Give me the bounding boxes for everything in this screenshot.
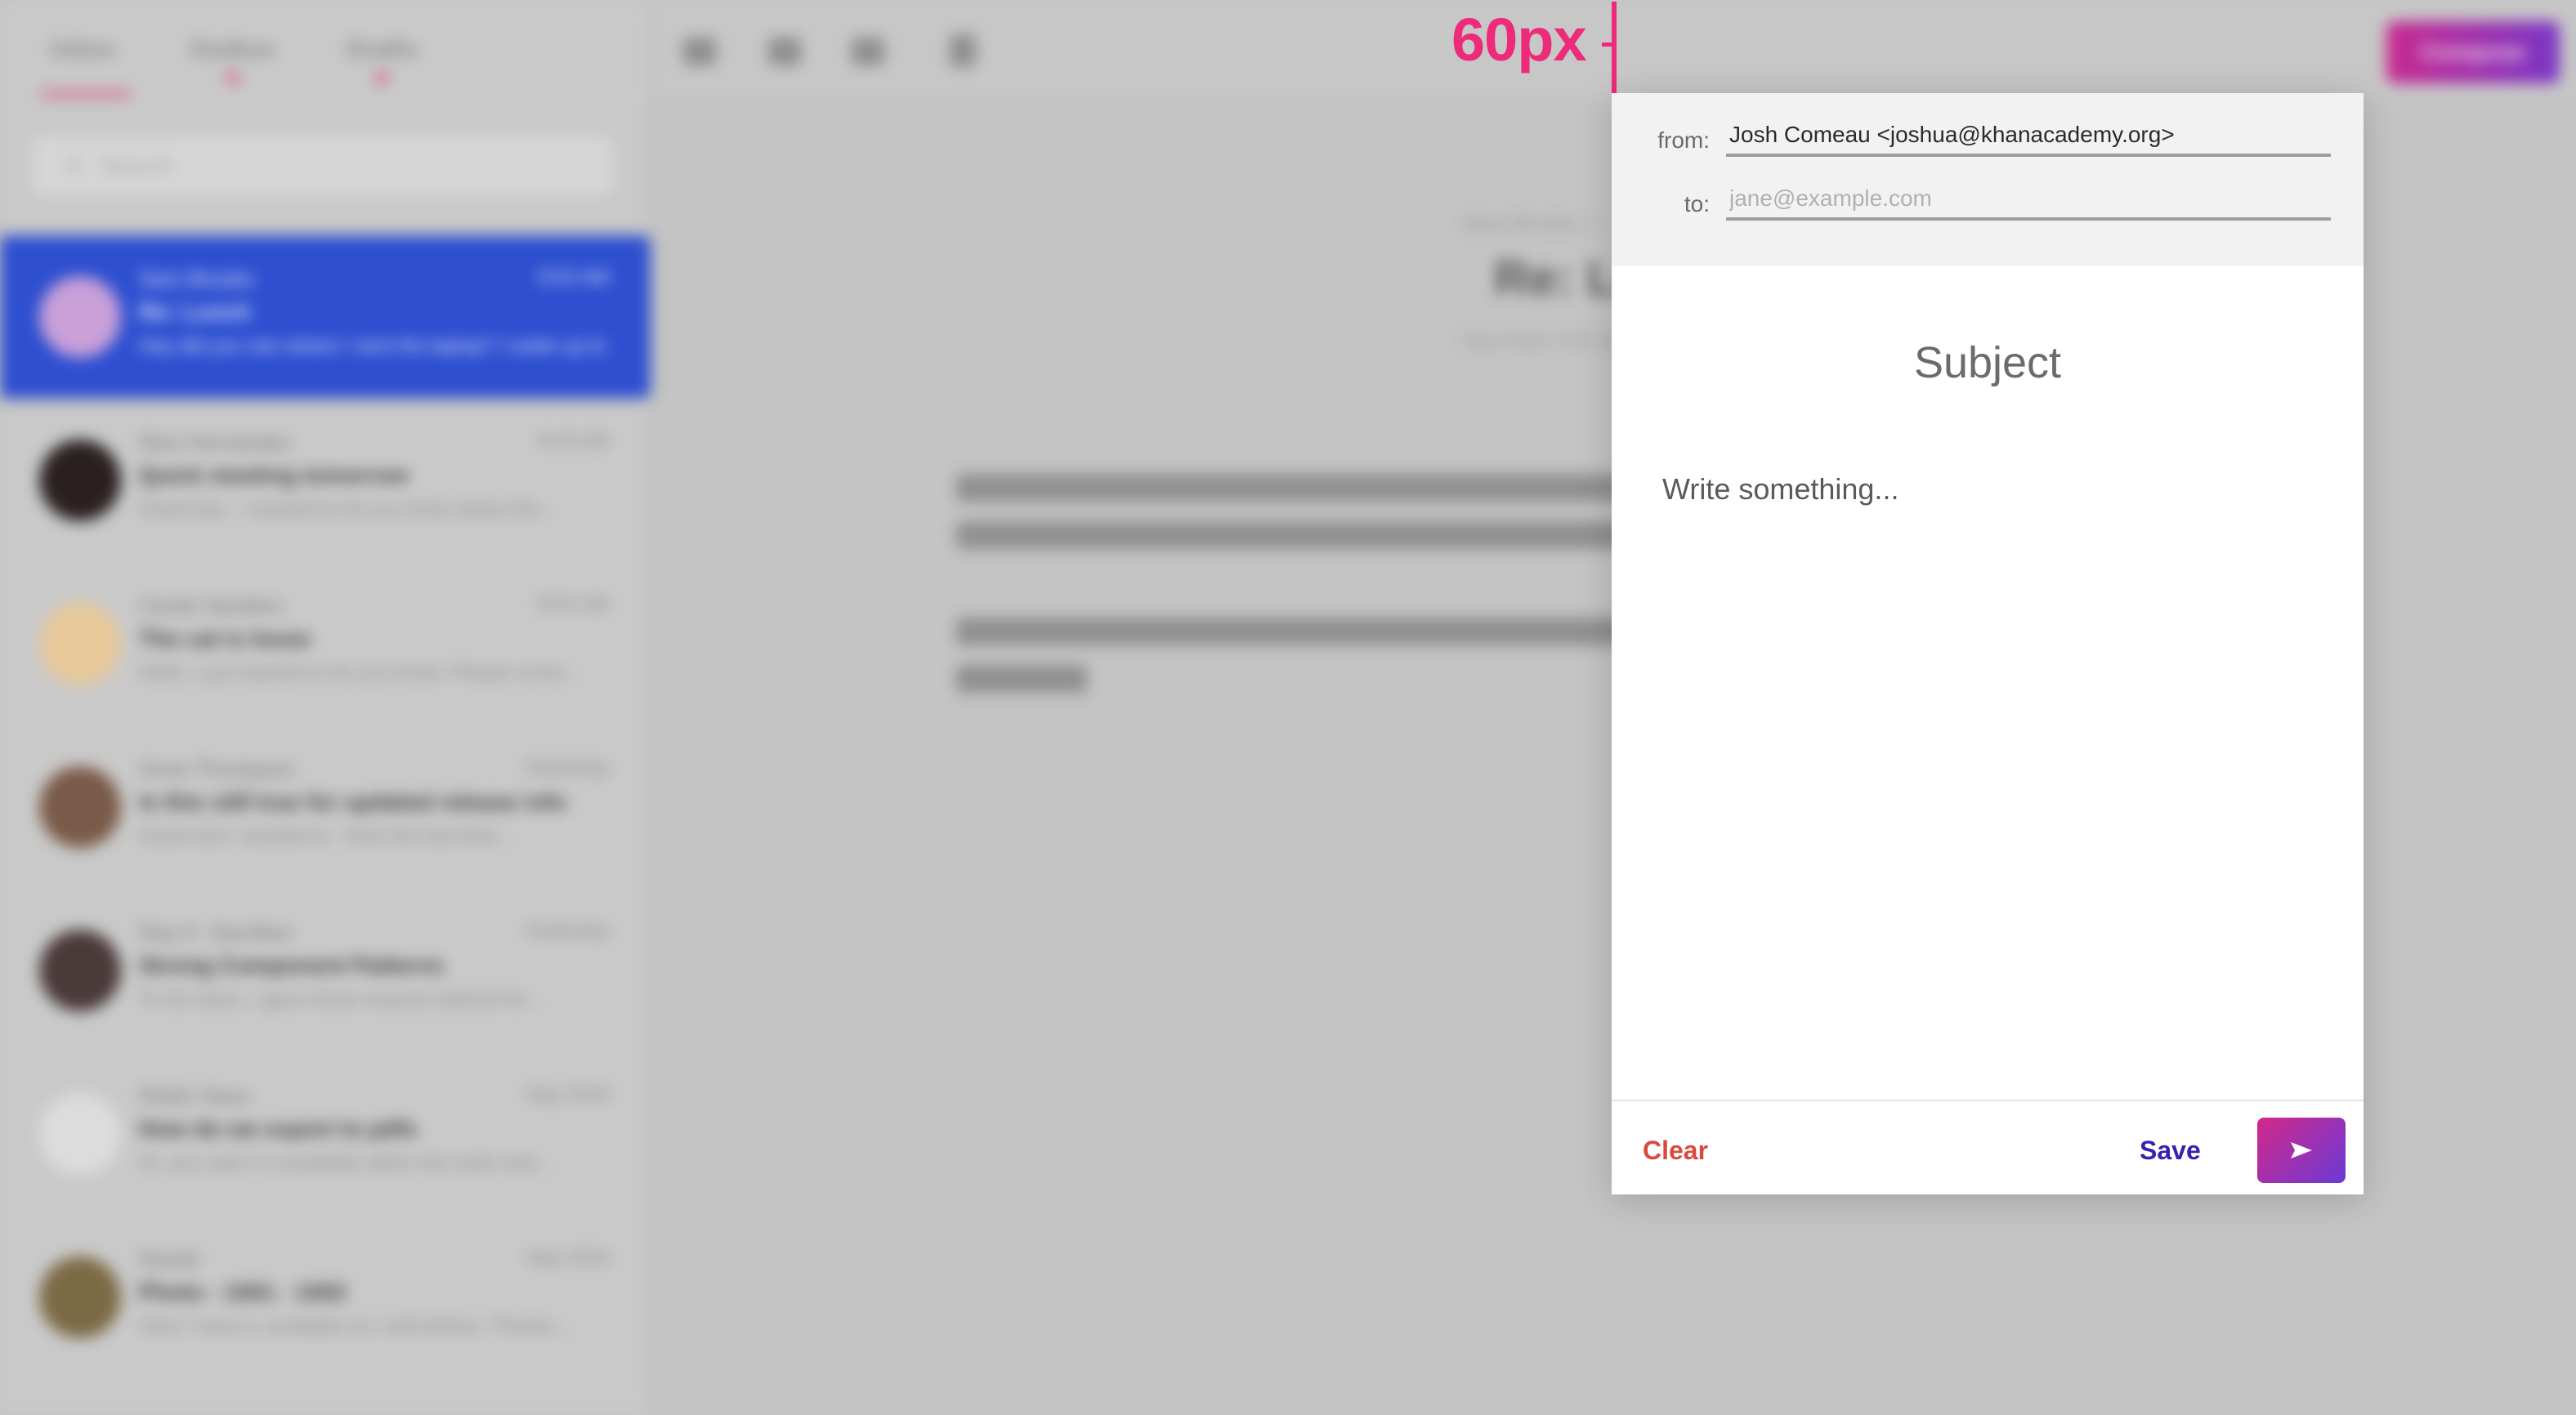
subject-input[interactable] xyxy=(1677,330,2298,395)
message-subject: Quick meeting tomorrow xyxy=(139,462,409,488)
reader-breadcrumb: Sam Brooks > xyxy=(1463,211,1598,235)
list-item[interactable]: Robin Haus Sep 2018 How do we export to pd… xyxy=(0,1052,651,1216)
body-textarea[interactable] xyxy=(1662,472,2316,799)
message-preview: Hey did you see where I sent the laptop?… xyxy=(139,335,613,357)
tab-drafts[interactable]: Drafts xyxy=(347,36,418,83)
message-subject: Strong Component Patterns xyxy=(139,953,445,978)
reader-text-line xyxy=(956,618,1626,645)
search-input[interactable]: ⚲ Search xyxy=(33,137,613,194)
list-item[interactable]: Anne Thompson Yesterday Is this still true… xyxy=(0,725,651,889)
list-item[interactable]: Sam Brooks 9:02 AM Re: Lunch Hey did you se… xyxy=(0,235,651,399)
message-preview: Good luck I wanted to - from the last ti… xyxy=(139,825,513,847)
to-label: to: xyxy=(1684,191,1710,216)
sender-name: Ray K. Hamilton xyxy=(139,920,293,944)
compose-button[interactable]: Compose xyxy=(2386,21,2560,83)
measurement-line xyxy=(1612,2,1617,93)
clear-button[interactable]: Clear xyxy=(1643,1136,1708,1166)
avatar xyxy=(39,1093,121,1175)
reader-text-line xyxy=(956,521,1626,549)
compose-modal: from: to: Clear Save xyxy=(1612,93,2364,1194)
send-arrow-icon xyxy=(2291,1142,2312,1158)
message-time: 8:43 AM xyxy=(537,430,610,452)
avatar xyxy=(39,930,121,1011)
sender-name: Cecile Sanders xyxy=(139,593,284,618)
from-label: from: xyxy=(1657,127,1710,153)
message-preview: Here I have it, available as I told befo… xyxy=(139,1315,570,1337)
reader-text-line xyxy=(956,474,1626,502)
search-placeholder: Search xyxy=(100,153,173,178)
trash-icon[interactable] xyxy=(950,34,976,67)
reply-icon[interactable] xyxy=(683,38,716,65)
list-item[interactable]: Daniel Sep 2018 Photo - 1001 - 1002 Here I … xyxy=(0,1216,651,1379)
message-preview: To the team, I gave those reasons behind… xyxy=(139,989,543,1011)
message-preview: Hi, you said it is available within the … xyxy=(139,1152,552,1174)
message-time: Yesterday xyxy=(523,757,610,779)
measurement-tick xyxy=(1602,42,1613,47)
sender-name: Anne Thompson xyxy=(139,757,295,781)
message-subject: The cat is loose xyxy=(139,626,311,651)
message-sidebar: Inbox Outbox Drafts ⚲ Search Sam Brooks 9… xyxy=(0,0,651,1415)
avatar xyxy=(39,440,121,521)
tab-inbox[interactable]: Inbox xyxy=(51,36,116,64)
compose-footer: Clear Save xyxy=(1612,1100,2364,1194)
reader-text-line xyxy=(956,665,1087,693)
to-field[interactable] xyxy=(1726,180,2331,221)
message-subject: Photo - 1001 - 1002 xyxy=(139,1279,347,1305)
compose-header: from: to: xyxy=(1612,93,2364,266)
message-subject: Re: Lunch xyxy=(139,299,251,324)
search-icon: ⚲ xyxy=(65,153,83,179)
save-button[interactable]: Save xyxy=(2140,1136,2201,1166)
avatar xyxy=(39,276,121,358)
avatar xyxy=(39,766,121,848)
sender-name: Robin Haus xyxy=(139,1083,250,1108)
from-field[interactable] xyxy=(1726,116,2331,157)
message-time: 9:02 AM xyxy=(537,266,610,288)
forward-icon[interactable] xyxy=(852,38,884,65)
message-subject: Is this still true for updated release i… xyxy=(139,789,566,815)
list-item[interactable]: Ravi Hernandez 8:43 AM Quick meeting tomor… xyxy=(0,399,651,562)
message-preview: Hello, I just wanted to let you know. Pl… xyxy=(139,662,581,684)
measurement-label: 60px xyxy=(1451,6,1587,74)
list-item[interactable]: Cecile Sanders 8:01 AM The cat is loose Hel… xyxy=(0,562,651,725)
message-time: Yesterday xyxy=(523,920,610,942)
message-time: 8:01 AM xyxy=(537,593,610,615)
avatar xyxy=(39,603,121,685)
list-item[interactable]: Ray K. Hamilton Yesterday Strong Component… xyxy=(0,889,651,1052)
send-button[interactable] xyxy=(2257,1118,2346,1183)
message-time: Sep 2018 xyxy=(525,1083,610,1105)
sender-name: Ravi Hernandez xyxy=(139,430,292,454)
reply-all-icon[interactable] xyxy=(768,38,801,65)
sender-name: Sam Brooks xyxy=(139,266,255,291)
avatar xyxy=(39,1257,121,1338)
message-preview: Good day - I wanted to let you know abou… xyxy=(139,498,556,520)
active-tab-indicator xyxy=(41,92,131,96)
reader-date: Sep 2018, 9:02 AM xyxy=(1463,330,1630,352)
message-subject: How do we export to pdfs xyxy=(139,1116,418,1141)
tab-outbox[interactable]: Outbox xyxy=(190,36,275,83)
sender-name: Daniel xyxy=(139,1247,199,1271)
message-time: Sep 2018 xyxy=(525,1247,610,1269)
